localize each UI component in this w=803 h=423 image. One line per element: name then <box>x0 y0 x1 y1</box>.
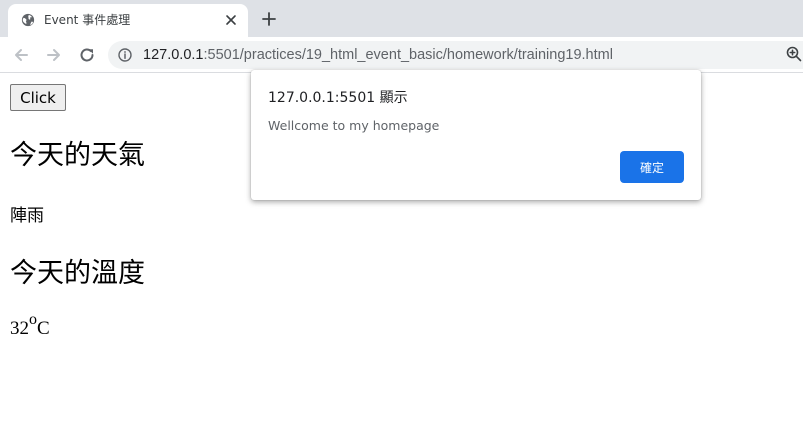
weather-heading: 今天的天氣 <box>10 140 145 171</box>
temperature-number: 32 <box>10 318 29 339</box>
zoom-icon[interactable] <box>786 46 802 62</box>
tab-title: Event 事件處理 <box>44 13 131 27</box>
temperature-heading: 今天的溫度 <box>10 258 145 289</box>
temperature-unit: C <box>37 318 50 339</box>
info-icon[interactable] <box>118 48 132 62</box>
alert-dialog: 127.0.0.1:5501 顯示 Wellcome to my homepag… <box>251 70 701 200</box>
temperature-value: 32oC <box>10 311 50 342</box>
browser-tab[interactable]: Event 事件處理 <box>8 4 248 37</box>
close-icon[interactable] <box>224 13 238 27</box>
dialog-message: Wellcome to my homepage <box>268 118 440 133</box>
ok-button[interactable]: 確定 <box>620 151 684 183</box>
dialog-title: 127.0.0.1:5501 顯示 <box>268 90 408 106</box>
tab-strip: Event 事件處理 <box>0 0 803 37</box>
click-button[interactable]: Click <box>10 84 66 111</box>
weather-value: 陣雨 <box>10 206 44 226</box>
url-text[interactable]: 127.0.0.1:5501/practices/19_html_event_b… <box>143 47 613 63</box>
url-path: :5501/practices/19_html_event_basic/home… <box>203 47 613 63</box>
reload-icon[interactable] <box>78 46 96 64</box>
arrow-right-icon[interactable] <box>45 46 63 64</box>
browser-toolbar: 127.0.0.1:5501/practices/19_html_event_b… <box>0 37 803 73</box>
plus-icon[interactable] <box>262 12 276 26</box>
degree-mark: o <box>29 310 37 328</box>
address-bar[interactable]: 127.0.0.1:5501/practices/19_html_event_b… <box>108 41 803 69</box>
globe-icon <box>21 13 35 27</box>
url-host: 127.0.0.1 <box>143 47 204 63</box>
arrow-left-icon[interactable] <box>12 46 30 64</box>
